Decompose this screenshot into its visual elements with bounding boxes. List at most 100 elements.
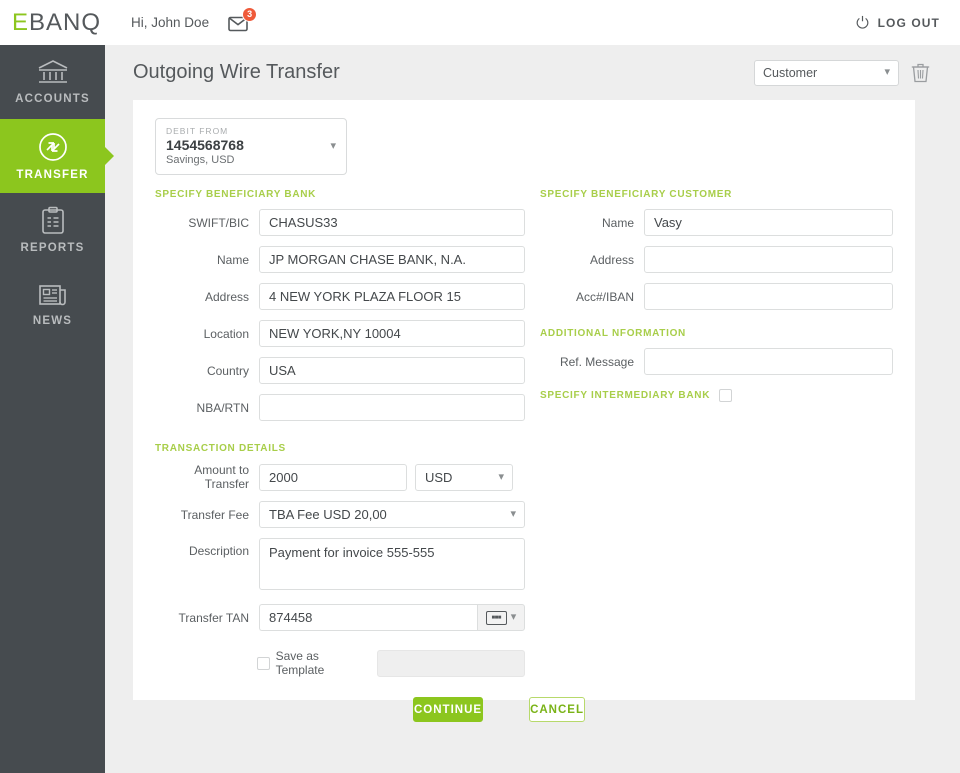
field-bank-location: Location NEW YORK,NY 10004 (155, 320, 525, 347)
transfer-fee-select[interactable]: TBA Fee USD 20,00 ▾ (259, 501, 525, 528)
label-customer-account: Acc#/IBAN (575, 289, 634, 304)
sidebar-label-reports: REPORTS (20, 242, 85, 254)
continue-button[interactable]: CONTINUE (413, 697, 484, 722)
left-column: SPECIFY BENEFICIARY BANK SWIFT/BIC CHASU… (155, 189, 585, 722)
input-swift-bic[interactable]: CHASUS33 (259, 209, 525, 236)
sidebar-label-transfer: TRANSFER (16, 169, 89, 181)
message-count-badge: 3 (242, 6, 258, 22)
input-transfer-tan[interactable]: 874458 (259, 604, 477, 631)
messages-button[interactable]: 3 (227, 6, 258, 35)
intermediary-bank-row: SPECIFY INTERMEDIARY BANK (540, 389, 893, 402)
field-bank-name: Name JP MORGAN CHASE BANK, N.A. (155, 246, 525, 273)
form-columns: SPECIFY BENEFICIARY BANK SWIFT/BIC CHASU… (155, 189, 893, 722)
customer-select[interactable]: Customer ▾ (754, 59, 899, 86)
field-bank-country: Country USA (155, 357, 525, 384)
input-customer-name[interactable]: Vasy (644, 209, 893, 236)
page-header: Outgoing Wire Transfer Customer ▾ (105, 45, 960, 100)
field-nba-rtn: NBA/RTN (155, 394, 525, 421)
input-bank-country[interactable]: USA (259, 357, 525, 384)
right-column: SPECIFY BENEFICIARY CUSTOMER Name Vasy A… (540, 189, 893, 722)
label-bank-address: Address (204, 289, 249, 304)
keyboard-icon: ■■■ (485, 610, 507, 625)
transaction-details-heading: TRANSACTION DETAILS (155, 443, 286, 454)
save-template-row: Save as Template (155, 649, 525, 677)
field-transfer-tan: Transfer TAN 874458 ■■■ ▾ (155, 604, 525, 631)
field-amount: Amount to Transfer 2000 USD ▾ (155, 463, 525, 491)
field-ref-message: Ref. Message (540, 348, 893, 375)
input-bank-address[interactable]: 4 NEW YORK PLAZA FLOOR 15 (259, 283, 525, 310)
logo-text: BANQ (29, 8, 102, 36)
input-description[interactable]: Payment for invoice 555-555 (259, 538, 525, 590)
sidebar-item-reports[interactable]: REPORTS (0, 193, 105, 267)
intermediary-bank-checkbox[interactable] (719, 389, 733, 402)
beneficiary-customer-heading: SPECIFY BENEFICIARY CUSTOMER (540, 189, 733, 200)
intermediary-bank-label: SPECIFY INTERMEDIARY BANK (540, 390, 711, 401)
sidebar-item-transfer[interactable]: TRANSFER (0, 119, 105, 193)
field-customer-name: Name Vasy (540, 209, 893, 236)
page-header-actions: Customer ▾ (754, 59, 930, 86)
input-bank-name[interactable]: JP MORGAN CHASE BANK, N.A. (259, 246, 525, 273)
sidebar-item-accounts[interactable]: ACCOUNTS (0, 45, 105, 119)
sidebar-label-news: NEWS (32, 315, 73, 327)
label-ref-message: Ref. Message (559, 354, 634, 369)
input-customer-account[interactable] (644, 283, 893, 310)
chevron-down-icon: ▾ (510, 611, 517, 623)
debit-from-label: DEBIT FROM (166, 126, 229, 136)
beneficiary-bank-heading: SPECIFY BENEFICIARY BANK (155, 189, 317, 200)
main-content: Outgoing Wire Transfer Customer ▾ DEBIT … (105, 45, 960, 773)
save-template-checkbox[interactable] (256, 656, 270, 670)
label-transfer-fee: Transfer Fee (180, 507, 249, 522)
sidebar: ACCOUNTS TRANSFER REPORTS NEWS (0, 45, 105, 773)
chevron-down-icon: ▾ (330, 139, 336, 152)
input-amount[interactable]: 2000 (259, 463, 407, 491)
chevron-down-icon: ▾ (510, 508, 516, 520)
page-title: Outgoing Wire Transfer (133, 61, 340, 83)
newspaper-icon (38, 285, 66, 306)
input-ref-message[interactable] (644, 348, 893, 375)
field-customer-account: Acc#/IBAN (540, 283, 893, 310)
sidebar-item-news[interactable]: NEWS (0, 267, 105, 341)
input-customer-address[interactable] (644, 246, 893, 273)
transfer-tan-group: 874458 ■■■ ▾ (259, 604, 525, 631)
label-customer-address: Address (589, 252, 634, 267)
user-greeting: Hi, John Doe (131, 15, 210, 30)
app-logo[interactable]: E BANQ (12, 9, 101, 37)
logout-label: LOG OUT (877, 15, 940, 30)
field-bank-address: Address 4 NEW YORK PLAZA FLOOR 15 (155, 283, 525, 310)
customer-select-value: Customer (763, 65, 818, 80)
label-swift-bic: SWIFT/BIC (188, 215, 249, 230)
delete-icon[interactable] (911, 62, 930, 83)
transfer-form-card: DEBIT FROM 1454568768 Savings, USD ▾ SPE… (133, 100, 915, 722)
logout-button[interactable]: LOG OUT (855, 15, 940, 30)
form-actions: CONTINUE CANCEL (155, 697, 585, 722)
currency-select[interactable]: USD ▾ (415, 463, 513, 491)
field-swift-bic: SWIFT/BIC CHASUS33 (155, 209, 525, 236)
power-icon (856, 15, 868, 29)
logo-letter-e: E (12, 8, 30, 36)
currency-select-value: USD (425, 469, 453, 485)
debit-from-select[interactable]: DEBIT FROM 1454568768 Savings, USD ▾ (155, 118, 347, 175)
label-amount: Amount to Transfer (194, 463, 249, 491)
chevron-down-icon: ▾ (884, 66, 890, 78)
input-nba-rtn[interactable] (259, 394, 525, 421)
label-transfer-tan: Transfer TAN (178, 610, 249, 625)
transfer-icon (38, 133, 67, 161)
transfer-fee-value: TBA Fee USD 20,00 (269, 507, 387, 522)
field-transfer-fee: Transfer Fee TBA Fee USD 20,00 ▾ (155, 501, 525, 528)
additional-information-heading: ADDITIONAL NFORMATION (540, 328, 686, 339)
input-bank-location[interactable]: NEW YORK,NY 10004 (259, 320, 525, 347)
field-description: Description Payment for invoice 555-555 (155, 538, 525, 590)
label-nba-rtn: NBA/RTN (196, 400, 249, 415)
label-bank-name: Name (216, 252, 249, 267)
tan-keyboard-button[interactable]: ■■■ ▾ (477, 604, 525, 631)
debit-from-text: DEBIT FROM 1454568768 Savings, USD (166, 126, 330, 166)
template-name-input[interactable] (376, 649, 525, 677)
debit-from-account-type: Savings, USD (166, 154, 235, 166)
sidebar-label-accounts: ACCOUNTS (15, 93, 90, 105)
chevron-down-icon: ▾ (498, 470, 504, 483)
clipboard-icon (41, 206, 64, 234)
label-bank-location: Location (203, 326, 249, 341)
label-description: Description (188, 544, 249, 558)
debit-from-account-number: 1454568768 (166, 137, 244, 153)
label-bank-country: Country (206, 363, 249, 378)
